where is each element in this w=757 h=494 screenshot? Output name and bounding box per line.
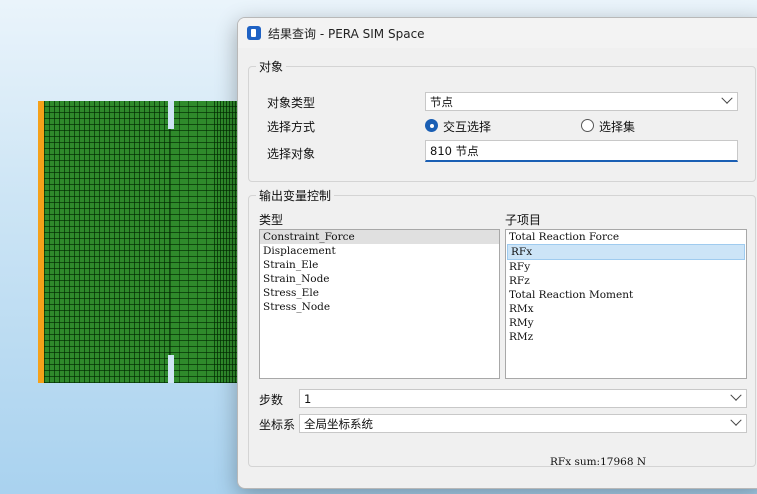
result-query-dialog: 结果查询 - PERA SIM Space 对象 对象类型 节点 选择方式 交互…: [237, 17, 757, 489]
list-item[interactable]: RFz: [506, 274, 746, 288]
type-header: 类型: [259, 213, 284, 227]
type-listbox[interactable]: Constraint_Force Displacement Strain_Ele…: [259, 229, 500, 379]
step-label: 步数: [259, 393, 284, 407]
model-viewport[interactable]: [38, 101, 258, 383]
list-item[interactable]: RMx: [506, 302, 746, 316]
list-item[interactable]: Stress_Ele: [260, 286, 499, 300]
object-type-value: 节点: [430, 94, 453, 109]
list-item[interactable]: RFy: [506, 260, 746, 274]
subitem-listbox[interactable]: Total Reaction Force RFx RFy RFz Total R…: [505, 229, 747, 379]
window-title: 结果查询 - PERA SIM Space: [268, 26, 425, 41]
coord-label: 坐标系: [259, 418, 296, 432]
output-group-label: 输出变量控制: [256, 187, 335, 204]
subitem-header: 子项目: [505, 213, 542, 227]
list-item[interactable]: Stress_Node: [260, 300, 499, 314]
list-item[interactable]: Total Reaction Moment: [506, 288, 746, 302]
object-type-label: 对象类型: [267, 96, 316, 110]
app-logo-icon: [247, 26, 261, 40]
list-item[interactable]: Displacement: [260, 244, 499, 258]
mesh-region-left: [44, 101, 170, 383]
list-item[interactable]: RFx: [507, 244, 745, 260]
chevron-down-icon: [730, 414, 742, 426]
list-item[interactable]: Constraint_Force: [260, 230, 499, 244]
select-object-input[interactable]: 810 节点: [425, 140, 738, 162]
radio-set-label: 选择集: [599, 120, 636, 134]
list-item[interactable]: RMy: [506, 316, 746, 330]
radio-selection-set[interactable]: [581, 119, 594, 132]
select-object-value: 810 节点: [430, 143, 479, 158]
object-group-label: 对象: [256, 58, 287, 75]
step-select[interactable]: 1: [299, 389, 747, 408]
title-bar[interactable]: 结果查询 - PERA SIM Space: [238, 18, 757, 48]
step-value: 1: [304, 391, 312, 406]
chevron-down-icon: [721, 92, 733, 104]
list-item[interactable]: Total Reaction Force: [506, 230, 746, 244]
select-object-label: 选择对象: [267, 147, 316, 161]
coord-system-select[interactable]: 全局坐标系统: [299, 414, 747, 433]
mesh-notch-top: [168, 101, 174, 129]
object-group: [248, 66, 756, 182]
list-item[interactable]: Strain_Node: [260, 272, 499, 286]
mesh-notch-bottom: [168, 355, 174, 383]
chevron-down-icon: [730, 389, 742, 401]
list-item[interactable]: Strain_Ele: [260, 258, 499, 272]
radio-interactive-select[interactable]: [425, 119, 438, 132]
select-mode-label: 选择方式: [267, 120, 316, 134]
object-type-select[interactable]: 节点: [425, 92, 738, 111]
mesh-region-middle: [170, 101, 214, 383]
coord-system-value: 全局坐标系统: [304, 416, 373, 431]
status-text: RFx sum:17968 N: [550, 456, 647, 468]
list-item[interactable]: RMz: [506, 330, 746, 344]
radio-interactive-label: 交互选择: [443, 120, 492, 134]
